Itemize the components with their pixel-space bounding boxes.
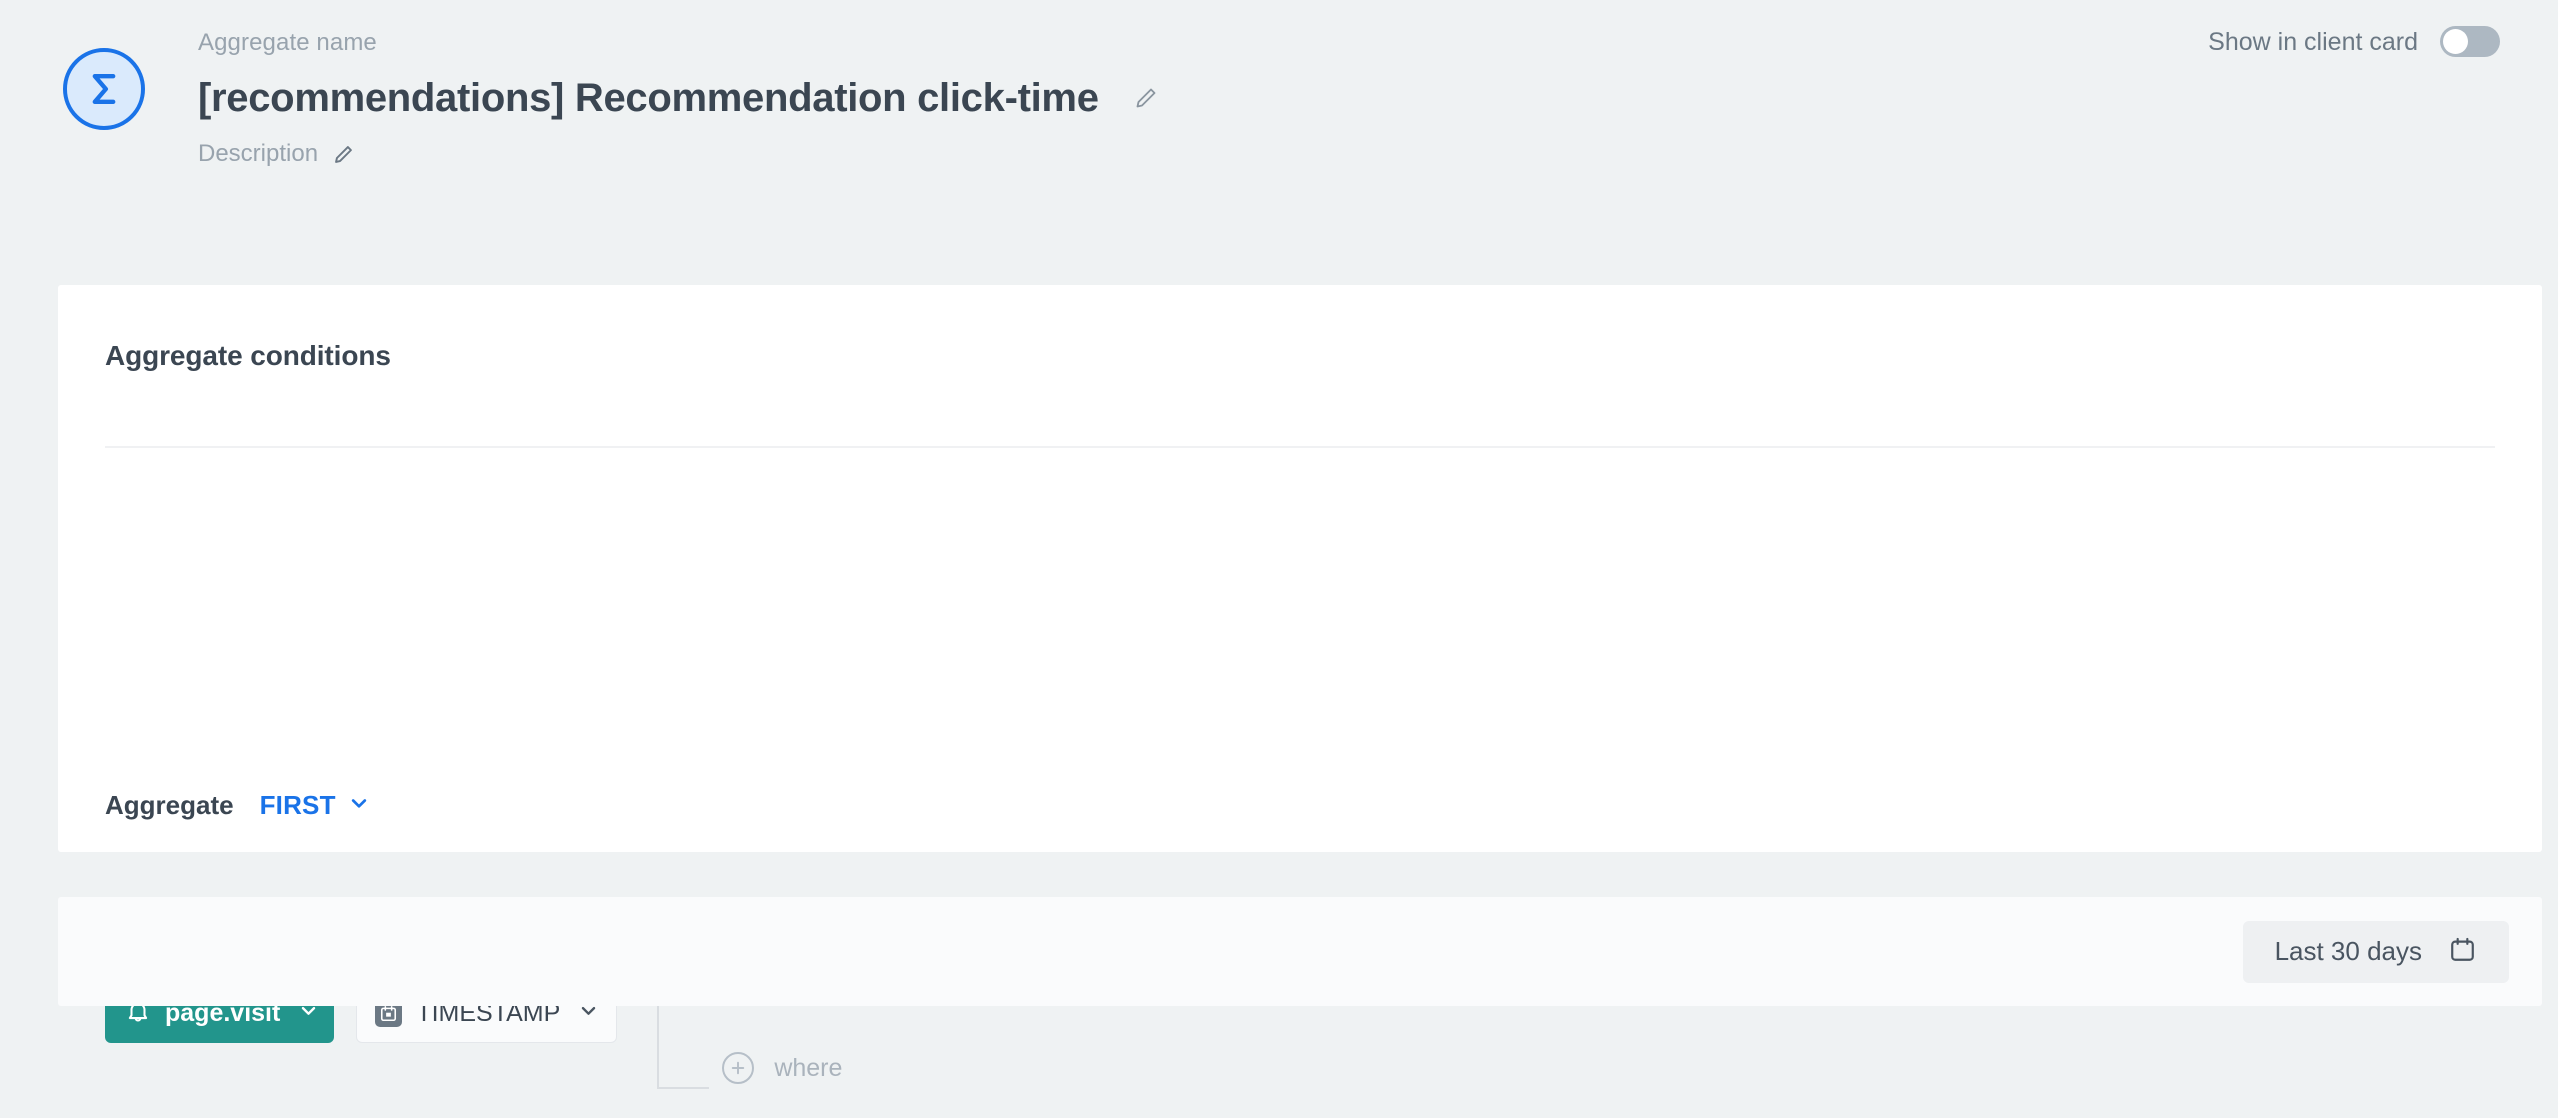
- add-where-button[interactable]: where: [722, 1052, 842, 1084]
- calendar-icon: [2448, 935, 2477, 969]
- show-in-client-card-label: Show in client card: [2208, 27, 2418, 57]
- add-where-label: where: [774, 1054, 842, 1083]
- edit-description-pencil-icon[interactable]: [332, 143, 354, 165]
- footer-bar: Last 30 days: [58, 897, 2542, 1006]
- aggregate-conditions-card: Aggregate conditions Aggregate FIRST pag…: [58, 285, 2542, 852]
- page-title: [recommendations] Recommendation click-t…: [198, 74, 1099, 122]
- show-in-client-card-toggle[interactable]: [2440, 26, 2500, 57]
- aggregate-function-dropdown[interactable]: FIRST: [260, 790, 369, 821]
- description-row: Description: [198, 140, 1159, 168]
- date-range-label: Last 30 days: [2275, 936, 2422, 967]
- aggregate-conditions-title: Aggregate conditions: [105, 340, 391, 372]
- description-label: Description: [198, 140, 318, 168]
- show-in-client-card-control[interactable]: Show in client card: [2208, 26, 2500, 57]
- title-row: [recommendations] Recommendation click-t…: [198, 74, 1159, 122]
- toggle-knob: [2443, 29, 2468, 54]
- chevron-down-icon: [349, 793, 369, 818]
- header-text-block: Aggregate name [recommendations] Recomme…: [198, 28, 1159, 168]
- section-divider: [105, 446, 2495, 448]
- aggregate-name-label: Aggregate name: [198, 28, 1159, 58]
- date-range-button[interactable]: Last 30 days: [2243, 921, 2509, 983]
- aggregate-function-value: FIRST: [260, 790, 336, 821]
- page-header: Aggregate name [recommendations] Recomme…: [0, 0, 2558, 285]
- aggregate-label: Aggregate: [105, 790, 234, 821]
- plus-circle-icon: [722, 1052, 754, 1084]
- aggregate-selector-row: Aggregate FIRST: [105, 790, 369, 821]
- edit-title-pencil-icon[interactable]: [1133, 85, 1159, 111]
- sigma-aggregate-icon: [63, 48, 145, 130]
- add-where-row: where: [722, 1035, 1486, 1101]
- tree-branch-bottom: [657, 1087, 709, 1089]
